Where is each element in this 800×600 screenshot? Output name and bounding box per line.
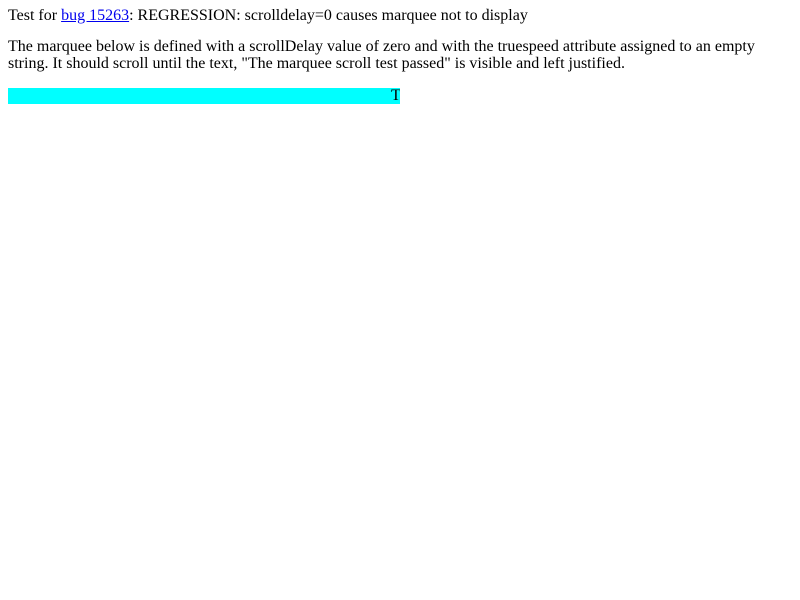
description-line-2: string. It should scroll until the text,… [8,55,625,72]
test-page: Test for bug 15263: REGRESSION: scrollde… [0,0,800,600]
marquee: T [8,88,400,104]
title-suffix: : REGRESSION: scrolldelay=0 causes marqu… [129,7,528,24]
description-line-1: The marquee below is defined with a scro… [8,38,755,55]
page-title: Test for bug 15263: REGRESSION: scrollde… [8,7,792,24]
title-prefix: Test for [8,7,62,24]
test-description: The marquee below is defined with a scro… [8,38,768,72]
marquee-text: T [391,88,400,104]
bug-link[interactable]: bug 15263 [61,7,129,24]
